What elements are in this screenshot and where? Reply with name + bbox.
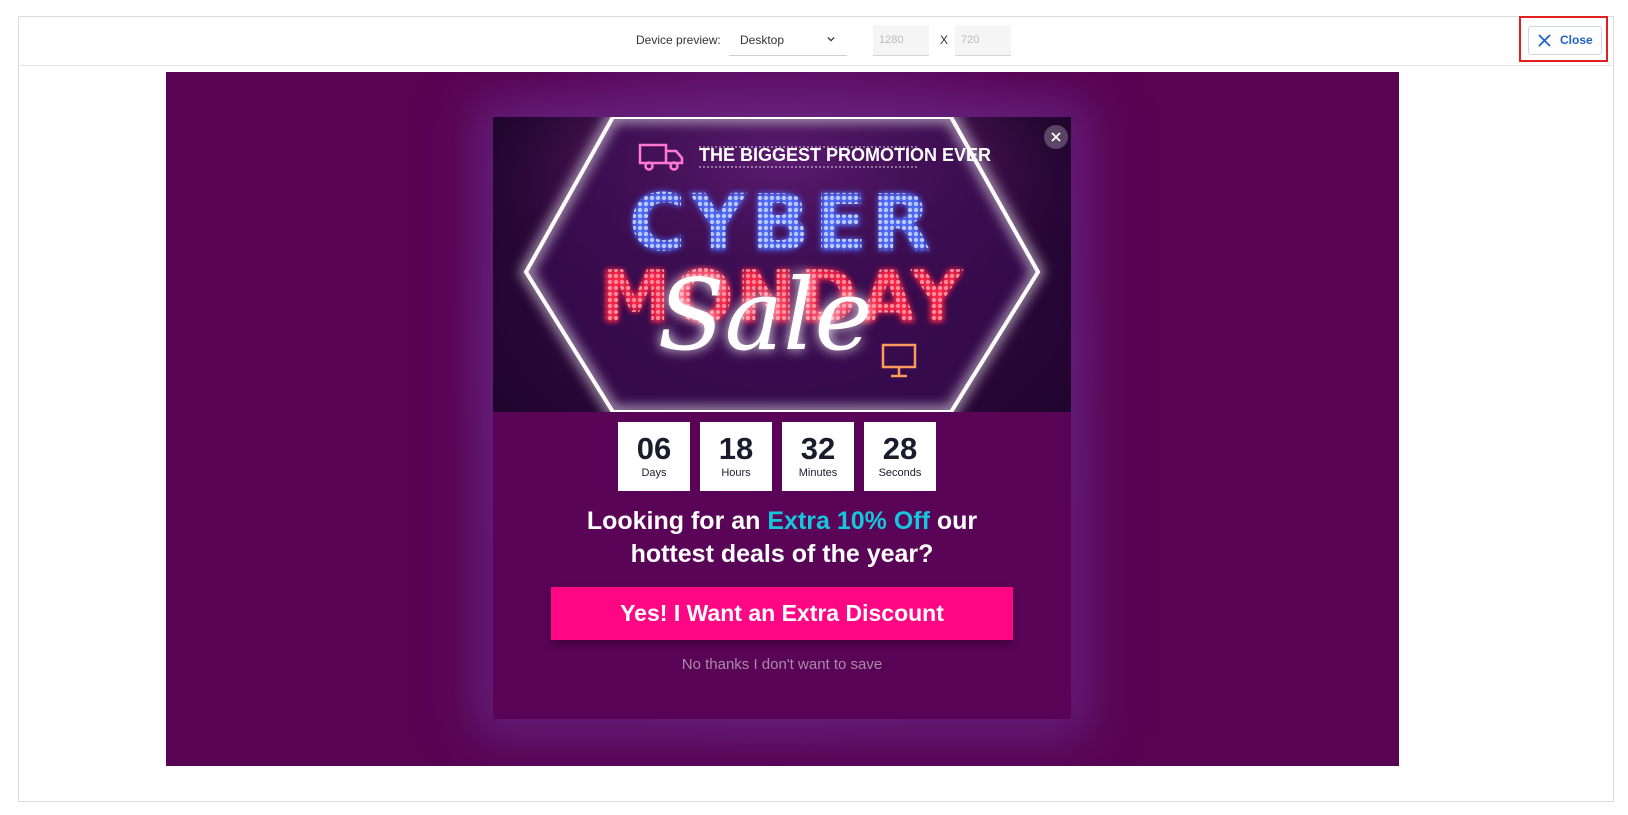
extra-discount-button[interactable]: Yes! I Want an Extra Discount: [551, 587, 1013, 640]
preview-toolbar: Device preview: Desktop 1280 X 720 Close: [19, 16, 1613, 66]
countdown-days-value: 06: [636, 431, 672, 466]
close-icon: [1538, 34, 1551, 47]
promo-popup: THE BIGGEST PROMOTION EVER CYBER CYBER M…: [493, 117, 1071, 719]
banner-script-sale: Sale: [658, 259, 873, 373]
device-select-value: Desktop: [740, 33, 785, 47]
countdown-hours-unit: Hours: [721, 467, 751, 479]
banner-tagline: THE BIGGEST PROMOTION EVER: [699, 145, 991, 165]
headline-line2: hottest deals of the year?: [630, 540, 934, 568]
dimension-separator: X: [940, 33, 949, 47]
device-preview-label: Device preview:: [636, 33, 721, 47]
height-input[interactable]: 720: [955, 25, 1011, 56]
chevron-down-icon: [827, 36, 835, 42]
countdown-hours-value: 18: [718, 431, 754, 466]
countdown-hours: 18 Hours: [700, 422, 772, 491]
height-input-value: 720: [961, 34, 980, 46]
countdown-seconds-value: 28: [882, 431, 918, 466]
popup-close-button[interactable]: [1044, 125, 1068, 149]
countdown-seconds-unit: Seconds: [878, 467, 922, 479]
countdown-seconds: 28 Seconds: [864, 422, 936, 491]
preview-frame: Device preview: Desktop 1280 X 720 Close: [18, 16, 1614, 802]
banner-art: THE BIGGEST PROMOTION EVER CYBER CYBER M…: [493, 117, 1071, 412]
countdown-minutes: 32 Minutes: [782, 422, 854, 491]
countdown-days: 06 Days: [618, 422, 690, 491]
preview-stage: THE BIGGEST PROMOTION EVER CYBER CYBER M…: [166, 72, 1399, 766]
countdown-days-unit: Days: [641, 467, 667, 479]
headline-post: our: [929, 507, 978, 535]
countdown-minutes-value: 32: [800, 431, 836, 466]
width-input-value: 1280: [879, 34, 904, 46]
close-icon: [1051, 132, 1061, 142]
headline-pre: Looking for an: [586, 507, 768, 535]
device-select[interactable]: Desktop: [729, 25, 847, 56]
countdown-minutes-unit: Minutes: [798, 467, 838, 479]
cyber-monday-banner: THE BIGGEST PROMOTION EVER CYBER CYBER M…: [493, 117, 1071, 412]
decline-link[interactable]: No thanks I don't want to save: [493, 656, 1071, 673]
close-preview-button[interactable]: Close: [1528, 26, 1602, 55]
promo-headline: Looking for an Extra 10% Off our hottest…: [493, 505, 1071, 571]
headline-accent: Extra 10% Off: [767, 507, 930, 535]
close-button-label: Close: [1560, 33, 1593, 47]
width-input[interactable]: 1280: [873, 25, 929, 56]
